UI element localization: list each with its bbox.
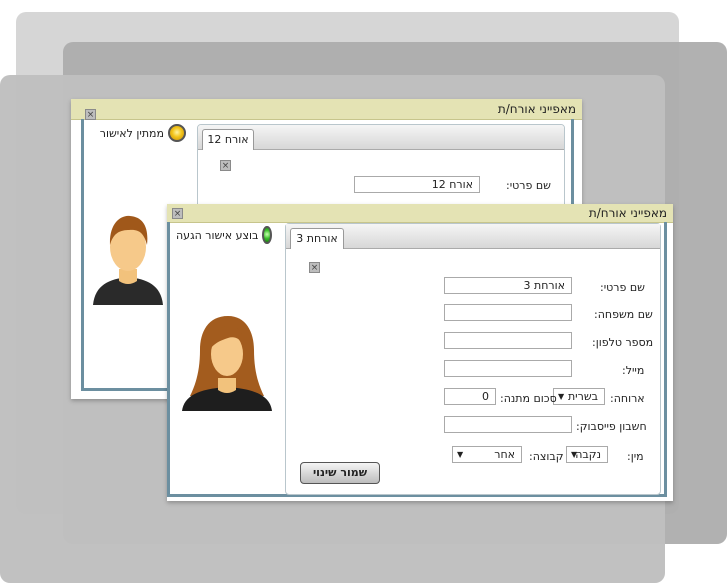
chevron-down-icon: ▼: [457, 450, 464, 459]
save-changes-button[interactable]: שמור שינוי: [300, 462, 380, 484]
back-status-text: ממתין לאישור: [99, 126, 164, 140]
first-name-input[interactable]: אורחת 3: [444, 277, 572, 294]
front-guest-window: מאפייני אורח/ת × בוצע אישור הגעה אורחת 3…: [167, 204, 673, 501]
front-status-text: בוצע אישור הגעה: [176, 228, 259, 242]
meal-label: ארוחה:: [610, 392, 645, 405]
back-first-name-label: שם פרטי:: [506, 179, 551, 192]
male-avatar-icon: [93, 215, 163, 305]
back-remove-icon[interactable]: ×: [220, 160, 231, 171]
status-led-icon: [262, 226, 272, 244]
meal-select-value: בשרית: [567, 390, 598, 403]
front-content-panel: אורחת 3 × שם פרטי: אורחת 3 שם משפחה: מספ…: [285, 223, 661, 495]
female-avatar-icon: [182, 316, 272, 411]
status-led-icon: [168, 124, 186, 142]
group-label: קבוצה:: [529, 450, 564, 463]
front-window-close-icon[interactable]: ×: [172, 208, 183, 219]
back-window-title: מאפייני אורח/ת: [497, 102, 576, 116]
gift-amount-input[interactable]: 0: [444, 388, 496, 405]
back-status-indicator: ממתין לאישור: [96, 124, 186, 142]
back-window-titlebar: מאפייני אורח/ת: [71, 99, 582, 120]
last-name-label: שם משפחה:: [594, 308, 653, 321]
back-guest-tab[interactable]: אורח 12: [202, 129, 254, 150]
gift-label: סכום מתנה:: [500, 392, 557, 405]
chevron-down-icon: ▼: [558, 392, 565, 401]
gender-select-value: נקבה: [575, 448, 601, 461]
first-name-label: שם פרטי:: [600, 281, 645, 294]
chevron-down-icon: ▼: [571, 450, 578, 459]
last-name-input[interactable]: [444, 304, 572, 321]
gender-label: מין:: [627, 450, 644, 463]
front-window-titlebar: מאפייני אורח/ת: [167, 204, 673, 223]
back-first-name-input[interactable]: אורח 12: [354, 176, 480, 193]
front-window-title: מאפייני אורח/ת: [588, 206, 667, 220]
gender-select[interactable]: נקבה ▼: [566, 446, 608, 463]
facebook-label: חשבון פייסבוק:: [576, 420, 647, 433]
facebook-input[interactable]: [444, 416, 572, 433]
front-guest-tab[interactable]: אורחת 3: [290, 228, 344, 249]
email-input[interactable]: [444, 360, 572, 377]
group-select[interactable]: אחר ▼: [452, 446, 522, 463]
email-label: מייל:: [622, 364, 645, 377]
phone-input[interactable]: [444, 332, 572, 349]
front-status-indicator: בוצע אישור הגעה: [176, 226, 272, 244]
front-remove-icon[interactable]: ×: [309, 262, 320, 273]
meal-select[interactable]: בשרית ▼: [553, 388, 605, 405]
group-select-value: אחר: [494, 448, 515, 461]
phone-label: מספר טלפון:: [592, 336, 654, 349]
